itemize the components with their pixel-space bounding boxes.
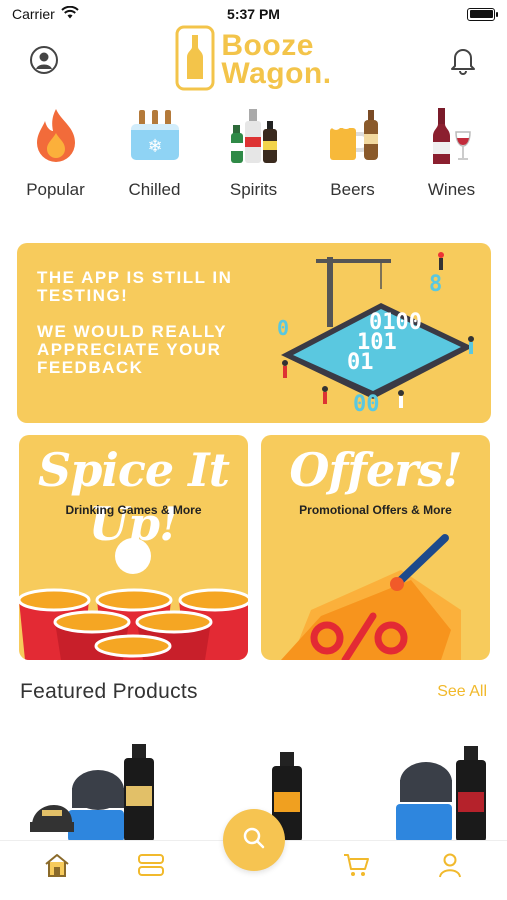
banner-line1: THE APP IS STILL IN TESTING! — [37, 268, 233, 305]
featured-title: Featured Products — [20, 680, 198, 703]
account-icon — [438, 852, 462, 883]
user-circle-icon[interactable] — [26, 42, 62, 78]
tab-cart[interactable] — [334, 846, 378, 890]
svg-text:00: 00 — [353, 392, 380, 417]
category-popular[interactable]: Popular — [10, 104, 102, 214]
card-subtitle: Drinking Games & More — [65, 503, 202, 517]
category-beers[interactable]: Beers — [307, 104, 399, 214]
category-spirits[interactable]: Spirits — [208, 104, 300, 214]
svg-text:❄: ❄ — [147, 136, 162, 157]
flame-icon — [24, 104, 88, 168]
home-icon — [43, 852, 71, 883]
card-title: Offers! — [289, 443, 462, 497]
beer-mug-icon — [321, 104, 385, 168]
see-all-link[interactable]: See All — [437, 683, 487, 701]
spirits-bottles-icon — [222, 104, 286, 168]
svg-text:0: 0 — [277, 316, 289, 340]
categories-icon — [137, 853, 165, 882]
promo-card-offers[interactable]: Offers! Promotional Offers & More — [261, 435, 490, 660]
cart-icon — [342, 852, 370, 883]
bottle-logo-icon — [175, 25, 215, 96]
card-subtitle: Promotional Offers & More — [299, 503, 452, 517]
wine-bottle-icon — [420, 104, 484, 168]
header: Booze Wagon. — [0, 24, 507, 96]
svg-text:8: 8 — [429, 272, 442, 297]
wifi-icon — [61, 5, 79, 22]
tab-account[interactable] — [428, 846, 472, 890]
category-wines[interactable]: Wines — [406, 104, 498, 214]
banner-text: THE APP IS STILL IN TESTING! WE WOULD RE… — [37, 269, 287, 377]
product-card[interactable] — [28, 730, 168, 842]
category-label: Beers — [330, 180, 375, 199]
carrier-label: Carrier — [12, 6, 55, 22]
category-label: Wines — [427, 180, 476, 199]
feedback-banner[interactable]: THE APP IS STILL IN TESTING! WE WOULD RE… — [17, 243, 491, 423]
logo-line2: Wagon. — [221, 57, 332, 90]
category-chilled[interactable]: ❄ Chilled — [109, 104, 201, 214]
beer-pong-illustration — [19, 538, 248, 660]
app-logo: Booze Wagon. — [175, 25, 331, 96]
tab-categories[interactable] — [129, 846, 173, 890]
search-icon — [242, 826, 266, 855]
featured-header: Featured Products See All — [20, 680, 487, 704]
product-card[interactable] — [390, 730, 495, 842]
promo-card-spice-it-up[interactable]: Spice It Up! Drinking Games & More — [19, 435, 248, 660]
price-tag-illustration — [281, 534, 461, 660]
banner-line2: WE WOULD REALLY APPRECIATE YOUR FEEDBACK — [37, 322, 227, 377]
category-label: Popular — [26, 180, 85, 199]
product-image — [396, 746, 486, 842]
status-left: Carrier — [12, 5, 79, 22]
logo-line1: Booze — [221, 29, 314, 62]
battery-icon — [467, 7, 498, 21]
tab-home[interactable] — [35, 846, 79, 890]
testing-illustration: 0100 101 01 8 00 0 — [277, 252, 474, 417]
category-row: Popular ❄ Chilled Spirits Beers Wines — [0, 104, 507, 214]
svg-text:01: 01 — [347, 350, 374, 375]
logo-text: Booze Wagon. — [221, 29, 332, 90]
product-image — [30, 744, 154, 842]
category-label: Chilled — [128, 180, 181, 199]
search-button[interactable] — [223, 809, 285, 871]
ice-bucket-icon: ❄ — [123, 104, 187, 168]
category-label: Spirits — [229, 180, 278, 199]
bell-icon[interactable] — [445, 42, 481, 78]
